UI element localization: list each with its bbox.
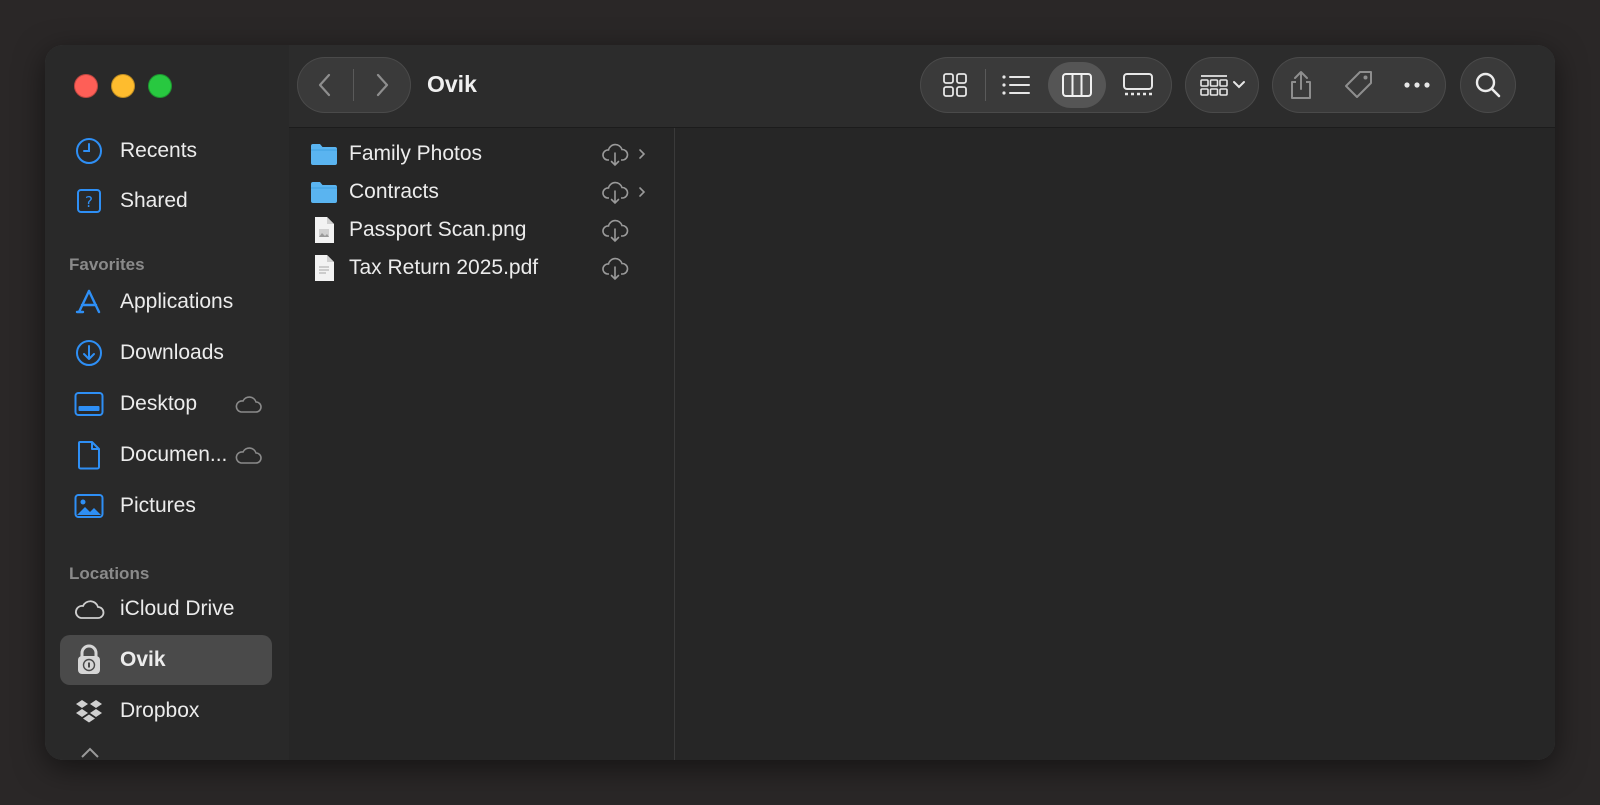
chevron-down-icon [1232,81,1245,89]
toolbar: Ovik [289,45,1555,128]
tag-button[interactable] [1333,57,1385,113]
icon-view-icon [942,73,967,97]
pdf-file-icon [309,253,339,283]
sidebar-item-ovik[interactable]: Ovik [60,635,272,685]
list-view-button[interactable] [989,57,1043,113]
sidebar-item-label: Recents [120,139,198,162]
sidebar-item-label: Applications [120,290,234,313]
window-controls [74,74,172,98]
icon-view-button[interactable] [928,57,982,113]
sidebar-item-downloads[interactable]: Downloads [60,328,272,378]
list-item[interactable]: Family Photos [309,137,655,171]
sidebar-item-label: iCloud Drive [120,597,235,620]
sidebar-item-label: Documen... [120,443,228,466]
sidebar-item-label: Desktop [120,392,198,415]
sidebar-item-partial [78,745,102,759]
list-item[interactable]: Contracts [309,175,655,209]
applications-icon [73,286,105,318]
sidebar-item-label: Ovik [120,648,166,671]
sidebar-item-documents[interactable]: Documen... [60,430,272,480]
more-icon [1404,82,1430,88]
sidebar-item-pictures[interactable]: Pictures [60,481,272,531]
file-column: Family Photos Contracts Passport Scan.pn… [289,128,675,760]
zoom-button[interactable] [148,74,172,98]
group-icon [1199,75,1228,96]
sidebar-item-shared[interactable]: ? Shared [60,176,272,226]
file-name: Tax Return 2025.pdf [349,256,539,279]
lock-volume-icon [73,644,105,676]
back-icon [318,73,331,97]
icloud-icon [73,593,105,625]
chevron-right-icon [639,187,646,197]
forward-icon [376,73,389,97]
shared-icon: ? [73,185,105,217]
view-switcher [920,57,1172,113]
sidebar-item-label: Downloads [120,341,224,364]
list-view-icon [1001,75,1030,95]
folder-icon [309,177,339,207]
finder-window: Recents ? Shared Favorites Applications … [45,45,1555,760]
forward-button[interactable] [354,57,410,113]
cloud-icon [235,396,262,413]
search-button[interactable] [1460,57,1516,113]
cloud-icon [235,447,262,464]
more-button[interactable] [1391,57,1443,113]
sidebar-item-label: Pictures [120,494,196,517]
group-button[interactable] [1185,57,1259,113]
divider [984,69,986,101]
sidebar-item-desktop[interactable]: Desktop [60,379,272,429]
file-name: Contracts [349,180,439,203]
pictures-icon [73,490,105,522]
sidebar-item-applications[interactable]: Applications [60,277,272,327]
gallery-view-icon [1122,73,1153,96]
active-view-highlight [1047,62,1106,108]
window-title: Ovik [427,71,477,97]
column-view-icon [1061,73,1092,97]
actions-pill [1272,57,1446,113]
list-item[interactable]: Passport Scan.png [309,213,655,247]
cloud-download-icon[interactable] [601,255,629,281]
sidebar-item-icloud-drive[interactable]: iCloud Drive [60,584,272,634]
search-icon [1475,72,1501,98]
share-button[interactable] [1275,57,1327,113]
file-name: Passport Scan.png [349,218,527,241]
clock-icon [73,135,105,167]
empty-column-area[interactable] [675,128,1555,760]
downloads-icon [73,337,105,369]
sidebar-item-recents[interactable]: Recents [60,126,272,176]
gallery-view-button[interactable] [1111,57,1165,113]
locations-header: Locations [69,564,150,583]
favorites-header: Favorites [69,255,145,274]
document-icon [73,439,105,471]
image-file-icon [309,215,339,245]
dropbox-icon [73,695,105,727]
back-button[interactable] [297,57,353,113]
minimize-button[interactable] [111,74,135,98]
desktop-icon [73,388,105,420]
svg-text:?: ? [85,193,93,211]
sidebar-item-label: Dropbox [120,699,200,722]
chevron-right-icon [639,149,646,159]
sidebar: Recents ? Shared Favorites Applications … [45,45,290,760]
folder-icon [309,139,339,169]
share-icon [1291,71,1311,99]
cloud-download-icon[interactable] [601,179,629,205]
column-view-button[interactable] [1046,57,1108,113]
cloud-download-icon[interactable] [601,217,629,243]
sidebar-item-dropbox[interactable]: Dropbox [60,686,272,736]
file-name: Family Photos [349,142,483,165]
navigation-pill [297,57,411,113]
sidebar-item-label: Shared [120,189,188,212]
tag-icon [1345,71,1372,98]
list-item[interactable]: Tax Return 2025.pdf [309,251,655,285]
close-button[interactable] [74,74,98,98]
cloud-download-icon[interactable] [601,141,629,167]
